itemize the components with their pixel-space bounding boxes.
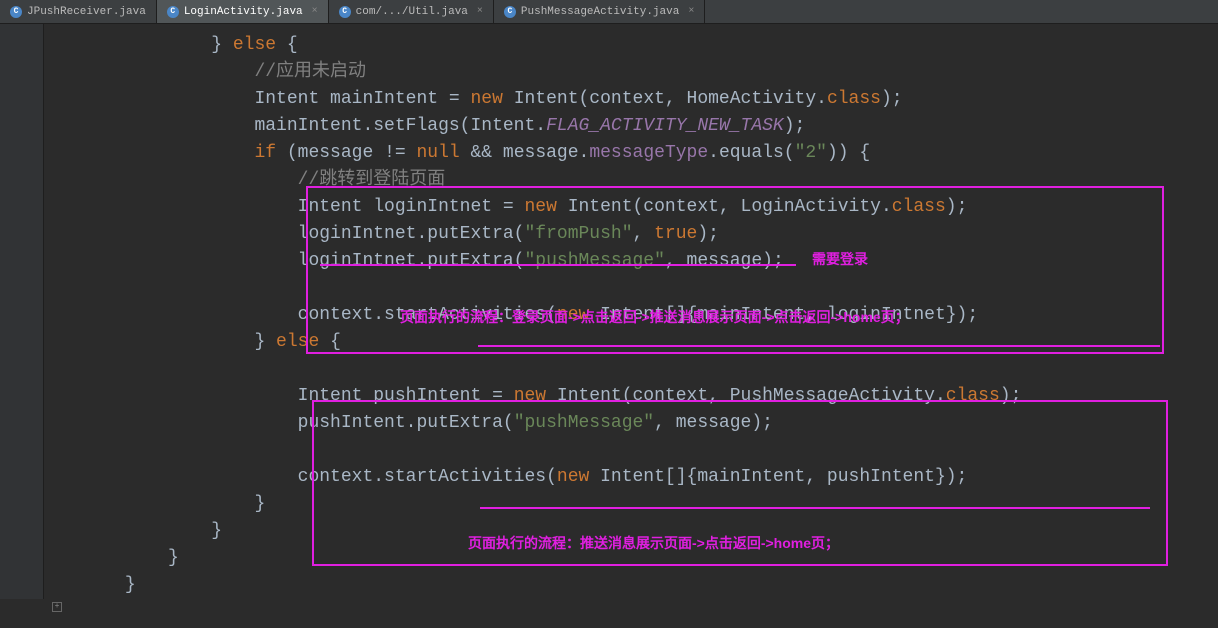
tab-label: LoginActivity.java <box>184 6 303 18</box>
annotation-underline <box>480 507 1150 509</box>
code-editor[interactable]: + } else { //应用未启动 Intent mainIntent = n… <box>0 24 1218 599</box>
annotation-underline <box>478 345 1160 347</box>
java-class-icon: C <box>339 6 351 18</box>
java-class-icon: C <box>504 6 516 18</box>
gutter <box>0 24 44 599</box>
editor-tabs: C JPushReceiver.java C LoginActivity.jav… <box>0 0 1218 24</box>
close-icon[interactable]: × <box>312 6 318 17</box>
annotation-need-login: 需要登录 <box>812 246 868 273</box>
close-icon[interactable]: × <box>477 6 483 17</box>
fold-marker-icon[interactable]: + <box>52 602 62 612</box>
tab-pushmessageactivity[interactable]: C PushMessageActivity.java × <box>494 0 705 23</box>
annotation-flow-1: 页面执行的流程：登录页面->点击返回->推送消息展示页面->点击返回->home… <box>400 304 909 331</box>
tab-label: PushMessageActivity.java <box>521 6 679 18</box>
tab-label: com/.../Util.java <box>356 6 468 18</box>
annotation-flow-2: 页面执行的流程：推送消息展示页面->点击返回->home页； <box>468 530 839 557</box>
close-icon[interactable]: × <box>688 6 694 17</box>
java-class-icon: C <box>10 6 22 18</box>
annotation-underline <box>320 264 796 266</box>
tab-jpushreceiver[interactable]: C JPushReceiver.java <box>0 0 157 23</box>
tab-loginactivity[interactable]: C LoginActivity.java × <box>157 0 329 23</box>
java-class-icon: C <box>167 6 179 18</box>
tab-label: JPushReceiver.java <box>27 6 146 18</box>
tab-util[interactable]: C com/.../Util.java × <box>329 0 494 23</box>
